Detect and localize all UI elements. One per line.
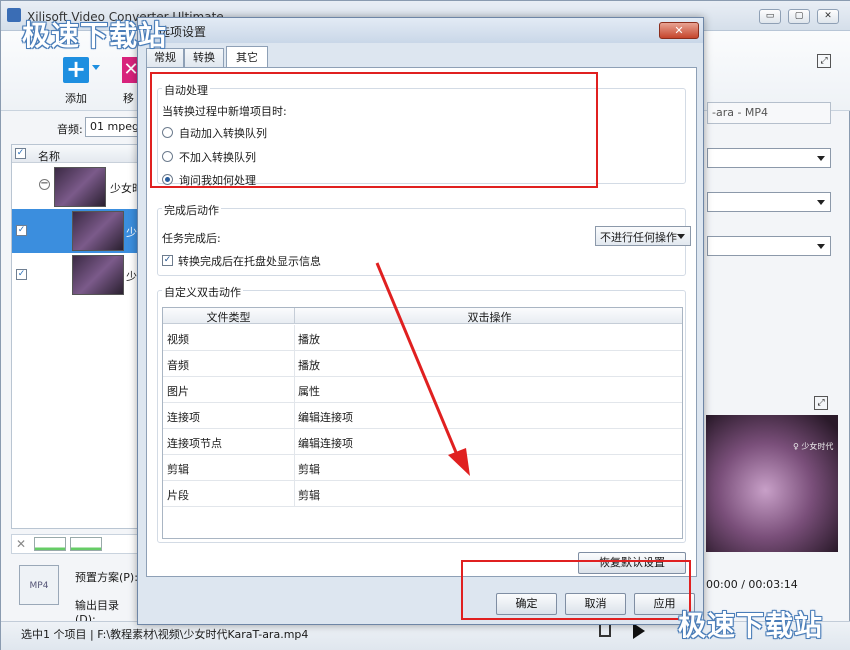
right-select[interactable] — [707, 192, 831, 212]
column-divider — [294, 377, 295, 403]
add-icon[interactable]: + — [63, 57, 89, 83]
list-item[interactable]: ✓ 少 — [12, 253, 138, 297]
table-row[interactable]: 音频 播放 — [163, 351, 682, 377]
tray-info-checkbox[interactable]: ✓ — [162, 255, 173, 266]
list-item[interactable]: − 少女时 — [12, 165, 138, 209]
maximize-button[interactable]: ▢ — [788, 9, 810, 24]
double-click-title: 自定义双击动作 — [162, 284, 243, 300]
file-name: 少 — [126, 270, 137, 283]
task-complete-label: 任务完成后: — [162, 232, 221, 245]
action-cell[interactable]: 编辑连接项 — [298, 409, 353, 425]
action-cell[interactable]: 播放 — [298, 357, 320, 373]
tray-info-label[interactable]: 转换完成后在托盘处显示信息 — [178, 253, 321, 269]
playback-time: 00:00 / 00:03:14 — [706, 578, 798, 591]
video-thumbnail — [72, 255, 124, 295]
annotation-box-auto-process — [150, 72, 598, 188]
waveform-icon — [34, 537, 66, 551]
preview-caption: ♀ 少女时代 — [793, 442, 834, 451]
row-checkbox[interactable]: ✓ — [16, 269, 27, 280]
file-list-header: ✓ 名称 — [12, 145, 138, 164]
action-cell[interactable]: 编辑连接项 — [298, 435, 353, 451]
file-name: 少女时 — [110, 182, 138, 195]
profile-icon[interactable]: MP4 — [19, 565, 59, 605]
watermark: 极速下载站 — [678, 609, 824, 642]
list-icon[interactable] — [599, 623, 611, 637]
double-click-table: 文件类型 双击操作 视频 播放 音频 播放 图片 属性 连接项 编辑连接项 连接… — [162, 307, 683, 539]
video-preview[interactable] — [706, 415, 838, 552]
table-row[interactable]: 片段 剪辑 — [163, 481, 682, 507]
right-select[interactable] — [707, 236, 831, 256]
right-select[interactable] — [707, 148, 831, 168]
audio-select[interactable]: 01 mpeg4 — [85, 117, 139, 137]
waveform-icon — [70, 537, 102, 551]
column-divider — [294, 481, 295, 507]
tab-convert[interactable]: 转换 — [184, 48, 224, 68]
name-column-header[interactable]: 名称 — [38, 148, 60, 164]
column-divider — [294, 351, 295, 377]
file-list: ✓ 名称 − 少女时 ✓ 少 ✓ 少 — [11, 144, 139, 529]
table-row[interactable]: 视频 播放 — [163, 325, 682, 351]
output-settings-panel: MP4 预置方案(P): 输出目录(D): — [11, 559, 139, 626]
profile-label: 预置方案(P): — [75, 571, 138, 584]
after-complete-group: 完成后动作 任务完成后: 不进行任何操作 ✓ 转换完成后在托盘处显示信息 — [157, 202, 691, 276]
column-divider — [294, 455, 295, 481]
action-cell[interactable]: 剪辑 — [298, 487, 320, 503]
action-cell[interactable]: 剪辑 — [298, 461, 320, 477]
file-type-cell: 片段 — [167, 489, 189, 502]
col-file-type: 文件类型 — [206, 311, 251, 324]
dialog-close-button[interactable]: ✕ — [659, 22, 699, 39]
file-type-cell: 剪辑 — [167, 463, 189, 476]
close-icon[interactable]: ✕ — [16, 537, 26, 551]
file-type-cell: 连接项节点 — [167, 437, 222, 450]
after-complete-select[interactable]: 不进行任何操作 — [595, 226, 691, 246]
action-cell[interactable]: 属性 — [298, 383, 320, 399]
tab-other[interactable]: 其它 — [226, 46, 268, 68]
add-button-label[interactable]: 添加 — [65, 90, 87, 106]
app-logo-icon — [7, 8, 21, 22]
list-item[interactable]: ✓ 少 — [12, 209, 138, 253]
expand-icon[interactable]: ⤢ — [814, 396, 828, 410]
video-thumbnail — [54, 167, 106, 207]
file-type-cell: 连接项 — [167, 411, 200, 424]
remove-button-label[interactable]: 移 — [123, 90, 134, 106]
minimize-button[interactable]: ▭ — [759, 9, 781, 24]
col-double-click: 双击操作 — [467, 311, 512, 324]
dialog-titlebar: 选项设置 ✕ — [138, 18, 703, 43]
table-header: 文件类型 双击操作 — [163, 308, 682, 324]
watermark: 极速下载站 — [22, 19, 168, 52]
chevron-down-icon[interactable] — [92, 65, 100, 70]
audio-label: 音频: — [57, 123, 83, 136]
column-divider — [294, 403, 295, 429]
column-divider — [294, 429, 295, 455]
table-row[interactable]: 图片 属性 — [163, 377, 682, 403]
file-type-cell: 视频 — [167, 333, 189, 346]
select-all-checkbox[interactable]: ✓ — [15, 148, 26, 159]
collapse-icon[interactable]: − — [39, 179, 50, 190]
double-click-group: 自定义双击动作 文件类型 双击操作 视频 播放 音频 播放 图片 属性 连接项 … — [157, 284, 686, 543]
row-checkbox[interactable]: ✓ — [16, 225, 27, 236]
audio-wave-strip: ✕ — [11, 534, 139, 554]
file-type-cell: 图片 — [167, 385, 189, 398]
format-field[interactable]: -ara - MP4 — [707, 102, 831, 124]
expand-icon[interactable]: ⤢ — [817, 54, 831, 68]
annotation-box-buttons — [461, 560, 691, 620]
table-row[interactable]: 剪辑 剪辑 — [163, 455, 682, 481]
play-icon[interactable] — [633, 623, 645, 639]
column-divider — [294, 325, 295, 351]
close-button[interactable]: ✕ — [817, 9, 839, 24]
video-thumbnail — [72, 211, 124, 251]
table-row[interactable]: 连接项 编辑连接项 — [163, 403, 682, 429]
after-complete-title: 完成后动作 — [162, 202, 221, 218]
status-text: 选中1 个项目 | F:\教程素材\视频\少女时代KaraT-ara.mp4 — [21, 628, 309, 641]
file-type-cell: 音频 — [167, 359, 189, 372]
table-row[interactable]: 连接项节点 编辑连接项 — [163, 429, 682, 455]
file-name: 少 — [126, 226, 137, 239]
action-cell[interactable]: 播放 — [298, 331, 320, 347]
